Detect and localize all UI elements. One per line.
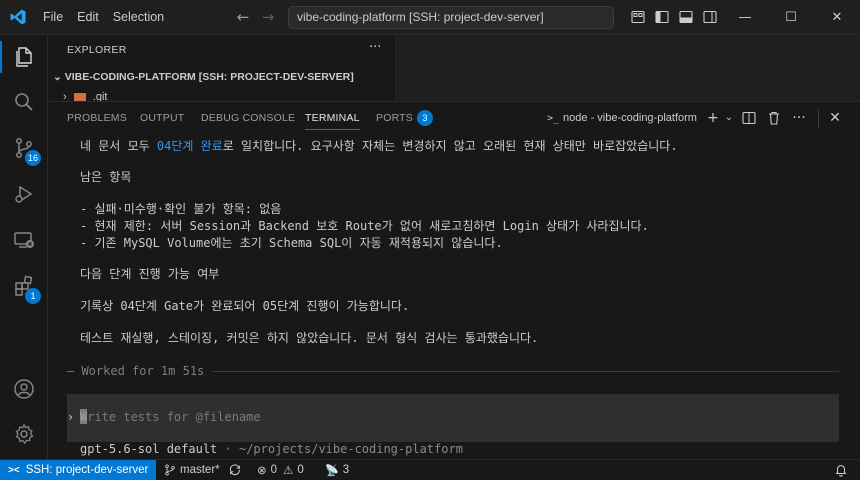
warning-icon: ⚠ xyxy=(283,465,294,477)
menu-selection[interactable]: Selection xyxy=(106,0,171,35)
highlighted-text: 04단계 완료 xyxy=(156,139,223,153)
panel-separator xyxy=(818,110,819,128)
divider xyxy=(212,370,839,372)
tab-ports-label: PORTS xyxy=(376,112,413,124)
project-path: ~/projects/vibe-coding-platform xyxy=(238,442,463,456)
maximize-icon[interactable]: ☐ xyxy=(768,0,814,35)
terminal-icon: >_ xyxy=(547,113,560,124)
extensions-badge: 1 xyxy=(25,288,41,304)
tab-terminal[interactable]: TERMINAL xyxy=(305,102,360,135)
terminal-name-label: node - vibe-coding-platform xyxy=(563,112,697,124)
menu-edit[interactable]: Edit xyxy=(70,0,106,35)
workspace-root-label: VIBE-CODING-PLATFORM [SSH: PROJECT-DEV-S… xyxy=(64,71,354,83)
remote-indicator[interactable]: >< SSH: project-dev-server xyxy=(0,460,156,480)
branch-name: master* xyxy=(180,464,220,476)
more-actions-icon[interactable]: ··· xyxy=(791,110,807,126)
terminal-line: - 실패·미수행·확인 불가 항목: 없음 xyxy=(80,202,282,216)
remote-icon: >< xyxy=(8,464,20,476)
split-terminal-icon[interactable] xyxy=(741,110,757,126)
forwarded-ports-indicator[interactable]: 📡 3 xyxy=(325,460,349,480)
chevron-down-icon: ⌄ xyxy=(53,71,62,83)
prompt-input[interactable] xyxy=(80,408,820,426)
ports-antenna-icon: 📡 xyxy=(325,464,339,477)
menu-file[interactable]: File xyxy=(36,0,70,35)
terminal-line: - 현재 제한: 서버 Session과 Backend 보호 Route가 없… xyxy=(80,219,649,233)
source-control-icon[interactable]: 16 xyxy=(0,128,48,168)
branch-indicator[interactable]: master* xyxy=(164,460,220,480)
notifications-bell-icon[interactable] xyxy=(834,460,848,480)
worked-duration: — Worked for 1m 51s xyxy=(67,364,839,378)
new-terminal-plus-icon[interactable]: + xyxy=(705,110,721,126)
tab-debug-console[interactable]: DEBUG CONSOLE xyxy=(201,102,295,135)
minimize-icon[interactable]: — xyxy=(722,0,768,35)
extensions-icon[interactable]: 1 xyxy=(0,266,48,306)
terminal-dropdown-chevron-icon[interactable]: ⌄ xyxy=(721,110,737,126)
terminal-heading: 다음 단계 진행 가능 여부 xyxy=(80,267,220,281)
sync-icon[interactable] xyxy=(228,460,242,480)
command-center-search[interactable]: vibe-coding-platform [SSH: project-dev-s… xyxy=(288,6,614,29)
ports-badge: 3 xyxy=(416,110,433,127)
terminal-heading: 남은 항목 xyxy=(80,170,132,184)
prompt-chevron-icon: › xyxy=(67,410,75,424)
model-name: gpt-5.6-sol default xyxy=(80,442,218,456)
search-icon[interactable] xyxy=(0,82,48,122)
remote-explorer-icon[interactable] xyxy=(0,220,48,260)
ports-count: 3 xyxy=(342,464,350,476)
editor-area xyxy=(398,35,860,101)
explorer-title: EXPLORER xyxy=(67,44,127,56)
error-count: 0 xyxy=(270,464,278,476)
model-status-line: gpt-5.6-sol default · ~/projects/vibe-co… xyxy=(80,442,463,456)
more-actions-icon[interactable]: ··· xyxy=(369,40,381,55)
settings-gear-icon[interactable] xyxy=(0,414,48,454)
tab-problems[interactable]: PROBLEMS xyxy=(67,102,127,135)
terminal-instance[interactable]: >_ node - vibe-coding-platform xyxy=(547,102,697,135)
back-arrow-icon[interactable]: ← xyxy=(230,0,256,35)
worked-duration-label: — Worked for 1m 51s xyxy=(67,364,205,378)
activity-bar: 16 1 xyxy=(0,35,48,460)
problems-indicator[interactable]: ⊗ 0 ⚠ 0 xyxy=(257,460,304,480)
bottom-panel: PROBLEMS OUTPUT DEBUG CONSOLE TERMINAL P… xyxy=(49,101,860,460)
tab-output[interactable]: OUTPUT xyxy=(140,102,184,135)
terminal-line: 네 문서 모두 04단계 완료로 일치합니다. 요구사항 자체는 변경하지 않고… xyxy=(80,139,678,153)
workspace-root-folder[interactable]: ⌄ VIBE-CODING-PLATFORM [SSH: PROJECT-DEV… xyxy=(53,71,354,83)
text-cursor xyxy=(80,409,87,424)
close-panel-icon[interactable]: ✕ xyxy=(827,110,843,126)
remote-label: SSH: project-dev-server xyxy=(25,464,149,476)
status-bar: >< SSH: project-dev-server master* ⊗ 0 ⚠… xyxy=(0,459,860,480)
prompt-input-box[interactable]: › xyxy=(67,394,839,442)
scm-badge: 16 xyxy=(25,150,42,166)
toggle-primary-sidebar-icon[interactable] xyxy=(654,9,670,25)
panel-tabs: PROBLEMS OUTPUT DEBUG CONSOLE TERMINAL P… xyxy=(49,102,860,135)
explorer-icon[interactable] xyxy=(0,37,48,77)
toggle-panel-icon[interactable] xyxy=(678,9,694,25)
accounts-icon[interactable] xyxy=(0,369,48,409)
terminal-output[interactable]: 네 문서 모두 04단계 완료로 일치합니다. 요구사항 자체는 변경하지 않고… xyxy=(49,135,860,461)
close-window-icon[interactable]: ✕ xyxy=(814,0,860,35)
git-branch-icon xyxy=(165,464,175,476)
tab-ports[interactable]: PORTS 3 xyxy=(376,102,433,135)
customize-layout-icon[interactable] xyxy=(630,9,646,25)
terminal-line: 기록상 04단계 Gate가 완료되어 05단계 진행이 가능합니다. xyxy=(80,299,410,313)
vscode-logo-icon xyxy=(0,0,36,35)
run-debug-icon[interactable] xyxy=(0,174,48,214)
kill-terminal-trash-icon[interactable] xyxy=(766,110,782,126)
warning-count: 0 xyxy=(297,464,304,476)
title-bar: File Edit Selection ← → vibe-coding-plat… xyxy=(0,0,860,35)
terminal-line: 테스트 재실행, 스테이징, 커밋은 하지 않았습니다. 문서 형식 검사는 통… xyxy=(80,331,539,345)
toggle-secondary-sidebar-icon[interactable] xyxy=(702,9,718,25)
forward-arrow-icon[interactable]: → xyxy=(255,0,281,35)
error-icon: ⊗ xyxy=(257,465,267,477)
explorer-sidebar: EXPLORER ··· ⌄ VIBE-CODING-PLATFORM [SSH… xyxy=(49,35,397,103)
terminal-line: - 기존 MySQL Volume에는 초기 Schema SQL이 자동 재적… xyxy=(80,236,503,250)
